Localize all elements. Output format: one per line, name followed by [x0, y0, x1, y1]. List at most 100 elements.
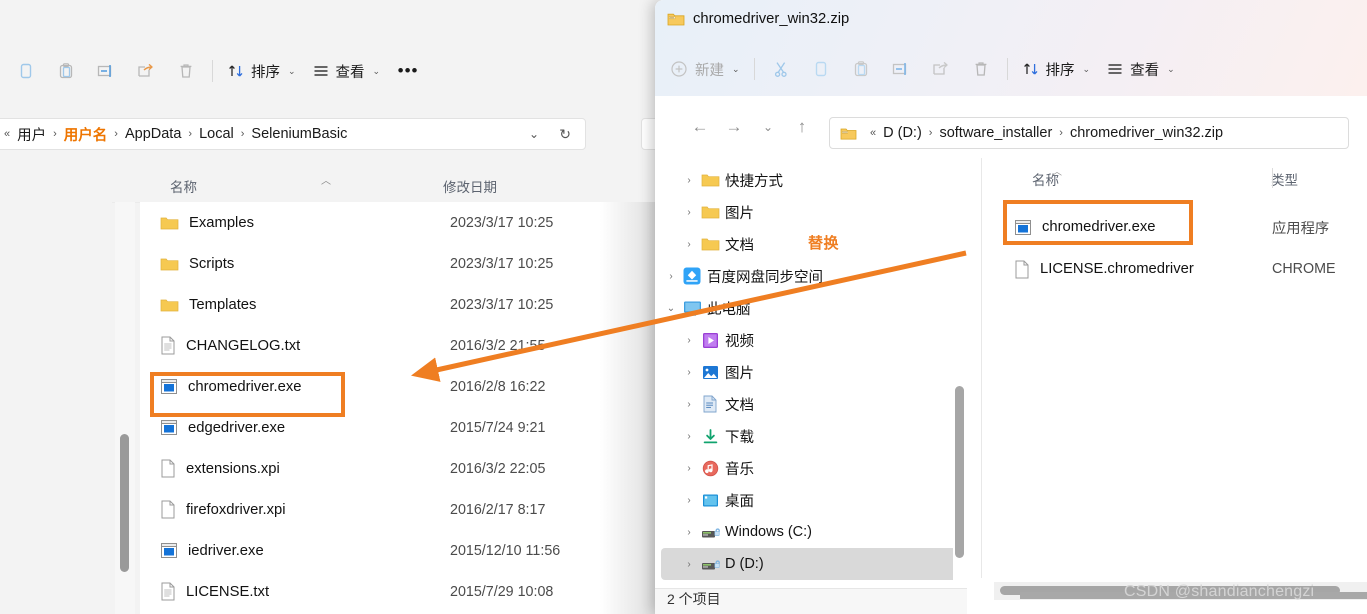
breadcrumb-dropdown-icon[interactable]: ⌄	[529, 127, 539, 141]
rename-button[interactable]	[881, 51, 921, 87]
back-button[interactable]: ←	[683, 110, 717, 144]
breadcrumb-item-2[interactable]: chromedriver_win32.zip	[1070, 125, 1223, 141]
share-button[interactable]	[126, 53, 166, 89]
tree-item-8[interactable]: › 下载	[661, 420, 961, 452]
breadcrumb-item-1[interactable]: software_installer	[939, 125, 1052, 141]
chevron-right-icon[interactable]: ›	[679, 527, 699, 538]
up-button[interactable]: ↑	[785, 110, 819, 144]
delete-button[interactable]	[166, 53, 206, 89]
copy-button[interactable]	[6, 53, 46, 89]
tree-item-2[interactable]: › 文档	[661, 228, 961, 260]
more-options-button[interactable]: •••	[388, 53, 428, 89]
tree-item-10[interactable]: › 桌面	[661, 484, 961, 516]
right-breadcrumb[interactable]: « D (D:) › software_installer › chromedr…	[829, 117, 1349, 149]
table-row[interactable]: firefoxdriver.xpi 2016/2/17 8:17	[140, 489, 660, 530]
paste-button[interactable]	[841, 51, 881, 87]
chevron-right-icon[interactable]: ›	[679, 495, 699, 506]
breadcrumb-item-0[interactable]: 用户	[17, 124, 46, 145]
tree-item-icon-wrap	[699, 395, 721, 413]
tree-item-6[interactable]: › 图片	[661, 356, 961, 388]
this-pc-icon	[683, 300, 702, 317]
left-breadcrumb[interactable]: « 用户 › 用户名 › AppData › Local › SeleniumB…	[0, 118, 586, 150]
tree-item-11[interactable]: › Windows (C:)	[661, 516, 961, 548]
column-header-date[interactable]: 修改日期	[443, 176, 497, 196]
chevron-right-icon[interactable]: ›	[679, 431, 699, 442]
tree-item-3[interactable]: › 百度网盘同步空间	[661, 260, 961, 292]
chevron-right-icon[interactable]: ›	[661, 271, 681, 282]
zip-folder-icon	[840, 126, 857, 141]
breadcrumb-item-3[interactable]: Local	[199, 126, 234, 142]
copy-button[interactable]	[801, 51, 841, 87]
delete-button[interactable]	[961, 51, 1001, 87]
paste-button[interactable]	[46, 53, 86, 89]
view-button[interactable]: 查看 ⌄	[1098, 51, 1183, 87]
tree-item-12[interactable]: › D (D:)	[661, 548, 961, 580]
chevron-right-icon[interactable]: ›	[679, 463, 699, 474]
chevron-right-icon[interactable]: ›	[679, 335, 699, 346]
chevron-down-icon: ⌄	[1082, 63, 1091, 74]
view-button[interactable]: 查看 ⌄	[304, 53, 389, 89]
table-row[interactable]: LICENSE.chromedriver CHROME	[982, 248, 1367, 290]
table-row[interactable]: Templates 2023/3/17 10:25	[140, 284, 660, 325]
tree-item-icon-wrap	[681, 300, 703, 317]
share-button[interactable]	[921, 51, 961, 87]
tree-scrollbar-thumb[interactable]	[955, 386, 964, 558]
recent-locations-button[interactable]: ⌄	[751, 110, 785, 144]
sort-ascending-indicator: ︿	[1052, 167, 1062, 178]
chevron-right-icon[interactable]: ›	[679, 175, 699, 186]
chevron-right-icon[interactable]: ›	[679, 207, 699, 218]
table-row[interactable]: Examples 2023/3/17 10:25	[140, 202, 660, 243]
breadcrumb-item-0[interactable]: D (D:)	[883, 125, 922, 141]
chevron-right-icon[interactable]: ›	[679, 559, 699, 570]
left-nav-scrollbar-thumb[interactable]	[120, 434, 129, 572]
file-date-text: 2016/2/8 16:22	[450, 378, 546, 395]
tree-item-9[interactable]: › 音乐	[661, 452, 961, 484]
new-button[interactable]: 新建 ⌄	[661, 51, 748, 87]
file-name-text: Templates	[189, 296, 257, 313]
rename-button[interactable]	[86, 53, 126, 89]
file-name-text: chromedriver.exe	[188, 378, 302, 395]
tree-item-1[interactable]: › 图片	[661, 196, 961, 228]
breadcrumb-item-4[interactable]: SeleniumBasic	[251, 126, 347, 142]
table-row[interactable]: CHANGELOG.txt 2016/3/2 21:55	[140, 325, 660, 366]
plus-circle-icon	[669, 59, 689, 79]
chevron-right-icon[interactable]: ›	[679, 239, 699, 250]
forward-button[interactable]: →	[717, 110, 751, 144]
table-row[interactable]: extensions.xpi 2016/3/2 22:05	[140, 448, 660, 489]
view-icon	[312, 62, 330, 80]
file-name-cell: firefoxdriver.xpi	[140, 500, 450, 519]
cut-button[interactable]	[761, 51, 801, 87]
column-divider	[1272, 168, 1273, 188]
breadcrumb-separator: ›	[114, 128, 118, 140]
refresh-icon[interactable]: ↻	[559, 126, 571, 143]
exe-file-icon	[160, 419, 178, 436]
table-row[interactable]: chromedriver.exe 2016/2/8 16:22	[140, 366, 660, 407]
chevron-right-icon[interactable]: ›	[679, 399, 699, 410]
file-name-cell: Templates	[140, 297, 450, 313]
file-date-text: 2015/12/10 11:56	[450, 542, 561, 559]
table-row[interactable]: chromedriver.exe 应用程序	[982, 206, 1367, 248]
column-header-type[interactable]: 类型	[1271, 169, 1298, 189]
chevron-right-icon[interactable]: ›	[679, 367, 699, 378]
breadcrumb-item-1[interactable]: 用户名	[64, 124, 108, 145]
tree-item-7[interactable]: › 文档	[661, 388, 961, 420]
chevron-down-icon[interactable]: ⌄	[661, 303, 681, 314]
column-header-name[interactable]: 名称	[170, 176, 197, 196]
breadcrumb-item-2[interactable]: AppData	[125, 126, 181, 142]
table-row[interactable]: edgedriver.exe 2015/7/24 9:21	[140, 407, 660, 448]
view-label: 查看	[335, 64, 365, 81]
sort-button[interactable]: 排序 ⌄	[219, 53, 304, 89]
table-row[interactable]: LICENSE.txt 2015/7/29 10:08	[140, 571, 660, 612]
toolbar-divider	[212, 60, 213, 82]
table-row[interactable]: Scripts 2023/3/17 10:25	[140, 243, 660, 284]
tree-item-0[interactable]: › 快捷方式	[661, 164, 961, 196]
delete-icon	[971, 59, 991, 79]
table-row[interactable]: iedriver.exe 2015/12/10 11:56	[140, 530, 660, 571]
breadcrumb-prefix: «	[870, 127, 877, 139]
tree-item-5[interactable]: › 视频	[661, 324, 961, 356]
file-date-text: 2015/7/29 10:08	[450, 583, 554, 600]
tree-item-4[interactable]: ⌄ 此电脑	[661, 292, 961, 324]
pictures-icon	[702, 364, 719, 381]
file-name-cell: LICENSE.chromedriver	[982, 260, 1272, 279]
sort-button[interactable]: 排序 ⌄	[1014, 51, 1099, 87]
